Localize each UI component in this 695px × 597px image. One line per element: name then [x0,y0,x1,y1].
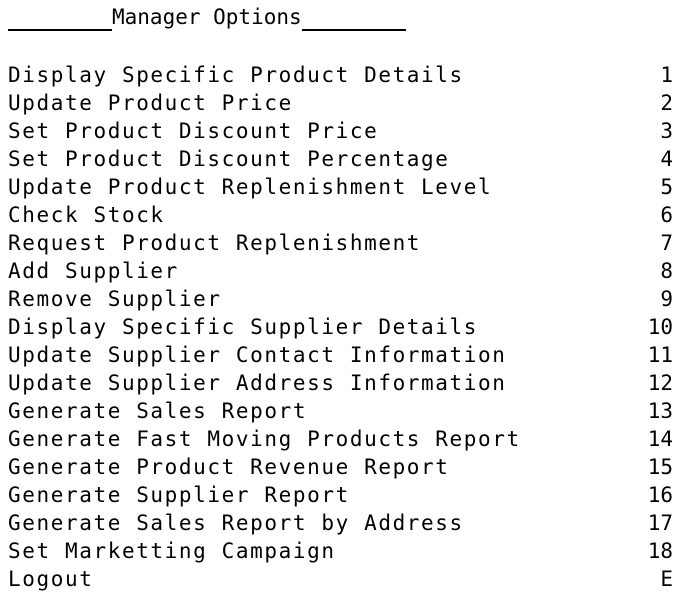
menu-list: Display Specific Product Details 1 Update … [8,61,673,593]
menu-item-key: 12 [647,371,673,395]
menu-item: Generate Sales Report by Address 17 [8,509,673,537]
menu-item-key: E [660,567,673,591]
menu-item-key: 18 [647,539,673,563]
menu-item: Generate Sales Report 13 [8,397,673,425]
menu-item-key: 7 [660,231,673,255]
menu-item-label: Set Product Discount Price [8,119,379,143]
menu-item-key: 15 [647,455,673,479]
menu-item-key: 4 [660,147,673,171]
menu-item-key: 17 [647,511,673,535]
menu-item: Request Product Replenishment 7 [8,229,673,257]
menu-item-label: Generate Sales Report [8,399,308,423]
console-output: Manager Options Display Specific Product… [8,0,673,593]
menu-item-label: Generate Fast Moving Products Report [8,427,521,451]
menu-item-label: Update Product Replenishment Level [8,175,493,199]
menu-item-label: Update Product Price [8,91,293,115]
menu-item-label: Set Product Discount Percentage [8,147,450,171]
title-underline-left [8,7,112,31]
menu-item: Set Product Discount Price 3 [8,117,673,145]
menu-item-label: Add Supplier [8,259,179,283]
menu-item-key: 14 [647,427,673,451]
menu-item-key: 16 [647,483,673,507]
menu-title: Manager Options [112,5,302,29]
menu-item: Update Supplier Contact Information 11 [8,341,673,369]
menu-item-label: Check Stock [8,203,165,227]
menu-item-label: Display Specific Supplier Details [8,315,479,339]
menu-item: Display Specific Product Details 1 [8,61,673,89]
menu-item: Generate Supplier Report 16 [8,481,673,509]
menu-item-label: Set Marketting Campaign [8,539,336,563]
menu-item-key: 13 [647,399,673,423]
menu-item: Logout E [8,565,673,593]
menu-item: Remove Supplier 9 [8,285,673,313]
menu-item-label: Generate Supplier Report [8,483,350,507]
menu-item-key: 3 [660,119,673,143]
menu-item: Generate Fast Moving Products Report 14 [8,425,673,453]
menu-item: Update Product Price 2 [8,89,673,117]
menu-item-label: Generate Sales Report by Address [8,511,464,535]
menu-title-line: Manager Options [8,3,673,31]
menu-item: Set Marketting Campaign 18 [8,537,673,565]
menu-item-label: Remove Supplier [8,287,222,311]
menu-item-key: 10 [647,315,673,339]
menu-item: Check Stock 6 [8,201,673,229]
menu-item-label: Display Specific Product Details [8,63,464,87]
menu-item-label: Update Supplier Contact Information [8,343,507,367]
menu-item-key: 8 [660,259,673,283]
menu-item-label: Update Supplier Address Information [8,371,507,395]
menu-item: Set Product Discount Percentage 4 [8,145,673,173]
menu-item: Update Supplier Address Information 12 [8,369,673,397]
menu-item-key: 9 [660,287,673,311]
menu-item-key: 2 [660,91,673,115]
menu-item-key: 6 [660,203,673,227]
title-underline-right [301,7,406,31]
menu-item-label: Generate Product Revenue Report [8,455,450,479]
menu-item: Display Specific Supplier Details 10 [8,313,673,341]
menu-item: Add Supplier 8 [8,257,673,285]
menu-item-key: 11 [647,343,673,367]
menu-item: Generate Product Revenue Report 15 [8,453,673,481]
menu-item: Update Product Replenishment Level 5 [8,173,673,201]
menu-item-label: Logout [8,567,94,591]
menu-item-label: Request Product Replenishment [8,231,422,255]
menu-item-key: 5 [660,175,673,199]
menu-item-key: 1 [660,63,673,87]
